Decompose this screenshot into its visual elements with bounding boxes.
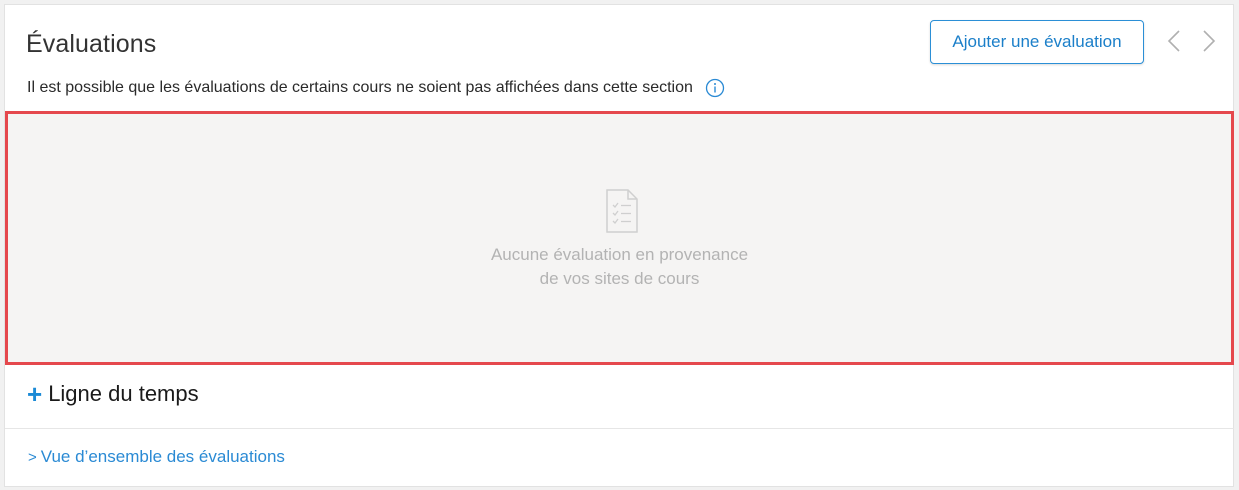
plus-icon: + bbox=[27, 379, 43, 409]
evaluations-card: Évaluations Ajouter une évaluation Il es… bbox=[4, 4, 1234, 487]
empty-evaluations-panel: Aucune évaluation en provenance de vos s… bbox=[5, 111, 1234, 365]
notice-text: Il est possible que les évaluations de c… bbox=[27, 79, 693, 96]
info-icon[interactable] bbox=[705, 78, 725, 98]
chevron-right-icon: > bbox=[28, 448, 37, 466]
add-evaluation-button[interactable]: Ajouter une évaluation bbox=[930, 20, 1144, 64]
divider bbox=[5, 428, 1234, 429]
chevron-right-icon bbox=[1203, 30, 1216, 52]
empty-state-line-1: Aucune évaluation en provenance bbox=[490, 245, 749, 264]
overview-link-label: Vue d’ensemble des évaluations bbox=[40, 447, 285, 466]
next-button[interactable] bbox=[1197, 27, 1221, 55]
empty-state-message: Aucune évaluation en provenance de vos s… bbox=[8, 243, 1231, 291]
empty-state-line-2: de vos sites de cours bbox=[539, 269, 700, 288]
previous-button[interactable] bbox=[1162, 27, 1186, 55]
timeline-label: Ligne du temps bbox=[48, 381, 199, 406]
section-notice: Il est possible que les évaluations de c… bbox=[27, 78, 725, 98]
timeline-toggle[interactable]: + Ligne du temps bbox=[27, 381, 199, 407]
page-title: Évaluations bbox=[26, 30, 157, 58]
checklist-document-icon bbox=[606, 189, 638, 233]
chevron-left-icon bbox=[1167, 30, 1180, 52]
evaluations-overview-link[interactable]: > Vue d’ensemble des évaluations bbox=[28, 447, 285, 467]
